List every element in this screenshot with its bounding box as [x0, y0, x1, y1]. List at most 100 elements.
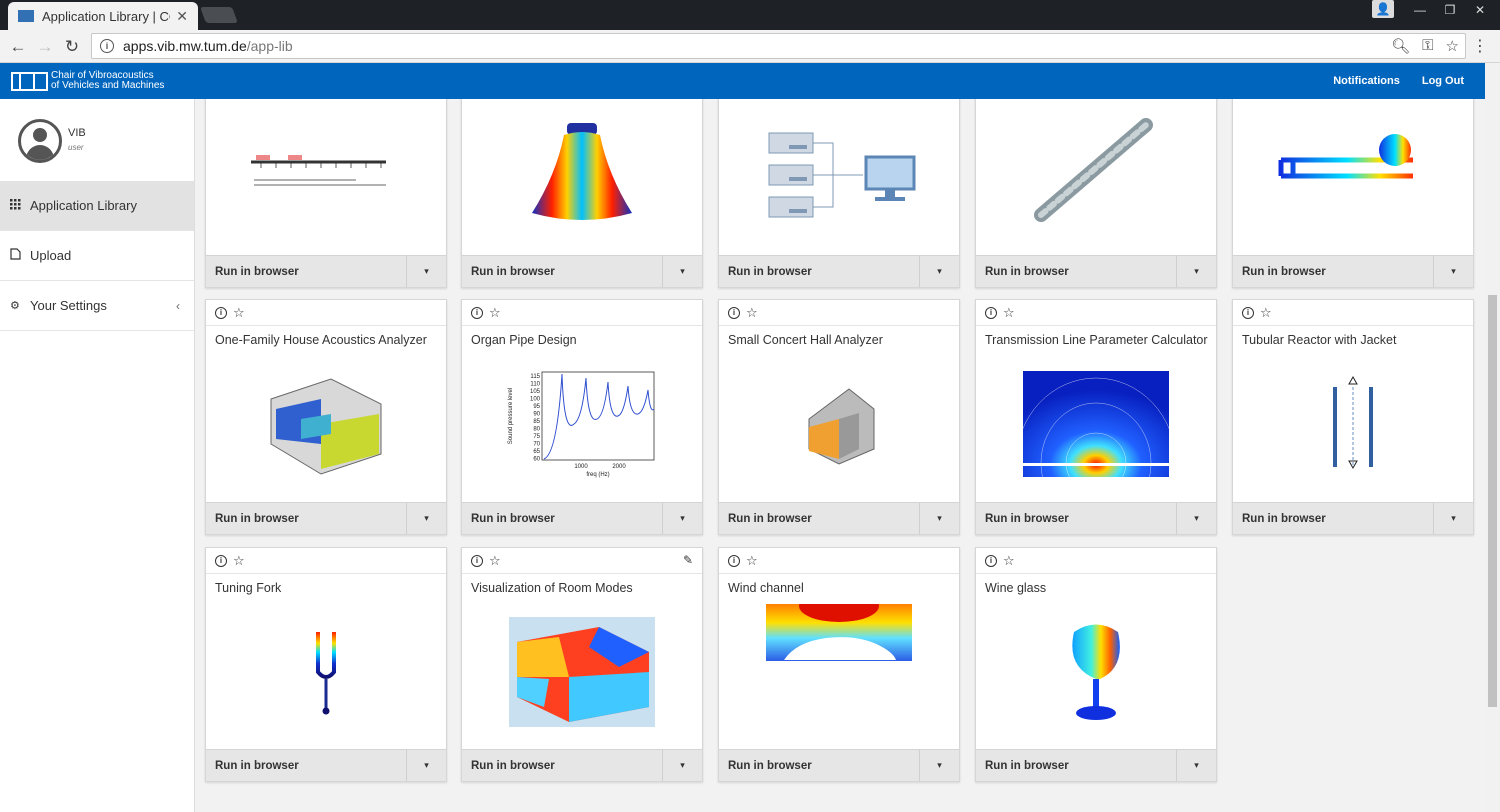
dropdown-caret-icon[interactable]: ▾: [406, 256, 446, 287]
dropdown-caret-icon[interactable]: ▾: [406, 503, 446, 534]
dropdown-caret-icon[interactable]: ▾: [406, 750, 446, 781]
url-host: apps.vib.mw.tum.de: [123, 38, 247, 54]
address-bar[interactable]: i apps.vib.mw.tum.de/app-lib 🔍︎ ⚿ ☆: [91, 33, 1466, 59]
run-in-browser-button[interactable]: Run in browser: [976, 256, 1176, 287]
app-title[interactable]: Wind channel: [719, 574, 959, 602]
bookmark-star-icon[interactable]: ☆: [1446, 37, 1459, 55]
card-header: i ☆: [206, 300, 446, 326]
minimize-icon[interactable]: —: [1406, 0, 1434, 20]
forward-icon[interactable]: →: [34, 36, 56, 58]
app-header: Chair of Vibroacoustics of Vehicles and …: [0, 63, 1500, 99]
scrollbar-thumb[interactable]: [1488, 295, 1497, 707]
sidebar-item-application-library[interactable]: Application Library: [0, 181, 194, 231]
card-footer: Run in browser ▾: [719, 255, 959, 287]
app-title[interactable]: Transmission Line Parameter Calculator: [976, 326, 1216, 354]
avatar-icon: [18, 119, 62, 163]
info-icon[interactable]: i: [471, 306, 483, 319]
app-title[interactable]: Tuning Fork: [206, 574, 446, 602]
key-icon[interactable]: ⚿: [1422, 37, 1433, 55]
run-in-browser-button[interactable]: Run in browser: [462, 256, 662, 287]
profile-icon[interactable]: 👤: [1372, 0, 1394, 18]
star-icon[interactable]: ☆: [233, 553, 245, 569]
browser-menu-icon[interactable]: ⋮: [1472, 36, 1488, 56]
app-title[interactable]: Wine glass: [976, 574, 1216, 602]
run-in-browser-button[interactable]: Run in browser: [719, 503, 919, 534]
dropdown-caret-icon[interactable]: ▾: [919, 256, 959, 287]
run-in-browser-button[interactable]: Run in browser: [206, 503, 406, 534]
run-in-browser-button[interactable]: Run in browser: [976, 503, 1176, 534]
dropdown-caret-icon[interactable]: ▾: [919, 750, 959, 781]
twisted-cable-thumbnail: [976, 99, 1216, 250]
info-icon[interactable]: i: [985, 554, 997, 567]
house-acoustics-thumbnail: [206, 354, 446, 494]
site-info-icon[interactable]: i: [100, 39, 114, 53]
page-scrollbar[interactable]: [1485, 99, 1500, 812]
dropdown-caret-icon[interactable]: ▾: [662, 750, 702, 781]
run-in-browser-button[interactable]: Run in browser: [976, 750, 1176, 781]
run-in-browser-button[interactable]: Run in browser: [1233, 256, 1433, 287]
app-title[interactable]: One-Family House Acoustics Analyzer: [206, 326, 446, 354]
sidebar-item-label: Upload: [30, 248, 72, 263]
run-in-browser-button[interactable]: Run in browser: [462, 503, 662, 534]
reload-icon[interactable]: ↻: [61, 36, 83, 58]
dropdown-caret-icon[interactable]: ▾: [1433, 503, 1473, 534]
plot-ytick: 90: [533, 412, 540, 418]
scrollbar-top: [1485, 63, 1500, 99]
info-icon[interactable]: i: [985, 306, 997, 319]
star-icon[interactable]: ☆: [489, 553, 501, 569]
zoom-icon[interactable]: 🔍︎: [1391, 37, 1410, 55]
info-icon[interactable]: i: [215, 554, 227, 567]
info-icon[interactable]: i: [728, 554, 740, 567]
grid-icon: [10, 198, 22, 213]
notifications-link[interactable]: Notifications: [1333, 75, 1400, 87]
app-title[interactable]: Visualization of Room Modes: [462, 574, 702, 602]
star-icon[interactable]: ☆: [1260, 305, 1272, 321]
card-header: i ☆: [719, 548, 959, 574]
run-in-browser-button[interactable]: Run in browser: [719, 750, 919, 781]
star-icon[interactable]: ☆: [489, 305, 501, 321]
info-icon[interactable]: i: [471, 554, 483, 567]
star-icon[interactable]: ☆: [233, 305, 245, 321]
app-title[interactable]: Tubular Reactor with Jacket: [1233, 326, 1473, 354]
star-icon[interactable]: ☆: [1003, 553, 1015, 569]
info-icon[interactable]: i: [1242, 306, 1254, 319]
app-title[interactable]: Organ Pipe Design: [462, 326, 702, 354]
star-icon[interactable]: ☆: [746, 305, 758, 321]
pencil-edit-icon[interactable]: ✎: [683, 553, 693, 567]
app-title[interactable]: Small Concert Hall Analyzer: [719, 326, 959, 354]
star-icon[interactable]: ☆: [746, 553, 758, 569]
dropdown-caret-icon[interactable]: ▾: [1176, 256, 1216, 287]
chevron-left-icon: ‹: [176, 298, 180, 313]
sidebar-item-upload[interactable]: Upload: [0, 231, 194, 281]
sidebar-item-settings[interactable]: ⚙ Your Settings ‹: [0, 281, 194, 331]
new-tab-button[interactable]: [200, 7, 238, 23]
run-in-browser-button[interactable]: Run in browser: [719, 256, 919, 287]
run-in-browser-button[interactable]: Run in browser: [1233, 503, 1433, 534]
tum-logo[interactable]: [11, 72, 48, 91]
app-card: i ☆ Wine glass Run in browser ▾: [975, 547, 1217, 782]
dropdown-caret-icon[interactable]: ▾: [1176, 750, 1216, 781]
logout-link[interactable]: Log Out: [1422, 75, 1464, 87]
back-icon[interactable]: ←: [7, 36, 29, 58]
dropdown-caret-icon[interactable]: ▾: [1433, 256, 1473, 287]
window-controls: 👤 — ❐ ✕: [1372, 0, 1494, 22]
close-tab-icon[interactable]: ✕: [176, 8, 188, 25]
restore-icon[interactable]: ❐: [1436, 0, 1464, 20]
dropdown-caret-icon[interactable]: ▾: [1176, 503, 1216, 534]
dropdown-caret-icon[interactable]: ▾: [662, 256, 702, 287]
run-in-browser-button[interactable]: Run in browser: [462, 750, 662, 781]
upload-file-icon: [10, 248, 22, 263]
info-icon[interactable]: i: [728, 306, 740, 319]
app-card: i ☆ ✎ Visualization of Room Modes Run in b…: [461, 547, 703, 782]
app-card: i ☆ Wind channel Run in browser ▾: [718, 547, 960, 782]
close-window-icon[interactable]: ✕: [1466, 0, 1494, 20]
run-in-browser-button[interactable]: Run in browser: [206, 256, 406, 287]
card-footer: Run in browser ▾: [462, 255, 702, 287]
dropdown-caret-icon[interactable]: ▾: [662, 503, 702, 534]
plot-ytick: 100: [530, 397, 541, 403]
dropdown-caret-icon[interactable]: ▾: [919, 503, 959, 534]
star-icon[interactable]: ☆: [1003, 305, 1015, 321]
run-in-browser-button[interactable]: Run in browser: [206, 750, 406, 781]
info-icon[interactable]: i: [215, 306, 227, 319]
browser-tab[interactable]: Application Library | COM ✕: [8, 2, 198, 30]
